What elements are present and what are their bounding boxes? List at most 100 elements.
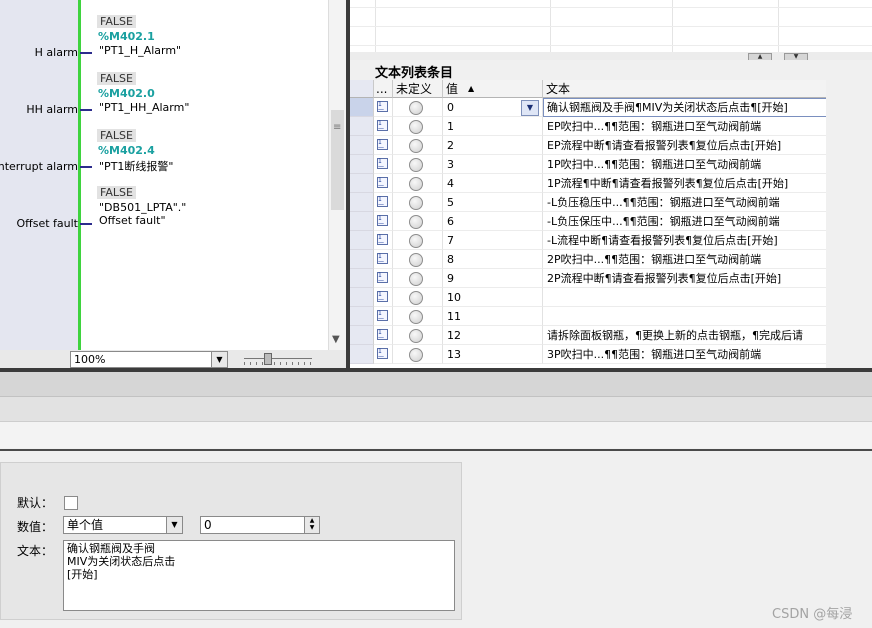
- text-cell[interactable]: 确认钢瓶阀及手阀¶MIV为关闭状态后点击¶[开始]: [543, 98, 826, 117]
- undefined-radio[interactable]: [409, 291, 423, 305]
- chevron-down-icon[interactable]: ▼: [166, 517, 182, 533]
- value-cell[interactable]: 7: [443, 231, 543, 250]
- row-selector[interactable]: [350, 231, 374, 250]
- row-selector[interactable]: [350, 155, 374, 174]
- undefined-cell[interactable]: [393, 136, 443, 155]
- table-row[interactable]: 1— 6 -L负压保压中...¶¶范围：钢瓶进口至气动阀前端: [350, 212, 826, 231]
- undefined-cell[interactable]: [393, 98, 443, 117]
- text-cell[interactable]: -L负压稳压中...¶¶范围：钢瓶进口至气动阀前端: [543, 193, 826, 212]
- undefined-cell[interactable]: [393, 326, 443, 345]
- row-selector[interactable]: [350, 136, 374, 155]
- value-cell[interactable]: 2: [443, 136, 543, 155]
- table-row[interactable]: 1— 2 EP流程中断¶请查看报警列表¶复位后点击[开始]: [350, 136, 826, 155]
- table-row[interactable]: 1— 9 2P流程中断¶请查看报警列表¶复位后点击[开始]: [350, 269, 826, 288]
- row-selector[interactable]: [350, 269, 374, 288]
- row-selector[interactable]: [350, 117, 374, 136]
- table-row[interactable]: 1— 13 3P吹扫中...¶¶范围：钢瓶进口至气动阀前端: [350, 345, 826, 364]
- value-mode-select[interactable]: 单个值 ▼: [63, 516, 183, 534]
- undefined-cell[interactable]: [393, 155, 443, 174]
- text-cell[interactable]: -L流程中断¶请查看报警列表¶复位后点击[开始]: [543, 231, 826, 250]
- value-cell[interactable]: 10: [443, 288, 543, 307]
- chevron-down-icon[interactable]: ▼: [521, 100, 539, 116]
- undefined-radio[interactable]: [409, 234, 423, 248]
- row-selector[interactable]: [350, 98, 374, 117]
- value-cell[interactable]: 12: [443, 326, 543, 345]
- undefined-radio[interactable]: [409, 158, 423, 172]
- scroll-down-icon[interactable]: ▼: [332, 334, 340, 345]
- text-cell[interactable]: 1P流程¶中断¶请查看报警列表¶复位后点击[开始]: [543, 174, 826, 193]
- value-cell[interactable]: 3: [443, 155, 543, 174]
- col-text[interactable]: 文本: [543, 80, 826, 98]
- text-cell[interactable]: [543, 307, 826, 326]
- row-selector[interactable]: [350, 307, 374, 326]
- slider-knob[interactable]: [264, 353, 272, 365]
- text-cell[interactable]: 2P吹扫中...¶¶范围：钢瓶进口至气动阀前端: [543, 250, 826, 269]
- row-selector[interactable]: [350, 193, 374, 212]
- text-cell[interactable]: 2P流程中断¶请查看报警列表¶复位后点击[开始]: [543, 269, 826, 288]
- table-row[interactable]: 1— 8 2P吹扫中...¶¶范围：钢瓶进口至气动阀前端: [350, 250, 826, 269]
- row-selector[interactable]: [350, 212, 374, 231]
- zoom-slider[interactable]: [244, 352, 312, 366]
- undefined-radio[interactable]: [409, 215, 423, 229]
- table-row[interactable]: 1— 12 请拆除面板钢瓶，¶更换上新的点击钢瓶，¶完成后请: [350, 326, 826, 345]
- text-editor[interactable]: 确认钢瓶阀及手阀 MIV为关闭状态后点击 [开始]: [63, 540, 455, 611]
- ladder-vertical-scrollbar[interactable]: ≡ ▼: [328, 0, 346, 350]
- undefined-cell[interactable]: [393, 345, 443, 364]
- undefined-radio[interactable]: [409, 196, 423, 210]
- col-dots[interactable]: ...: [374, 80, 393, 98]
- default-checkbox[interactable]: [64, 496, 78, 510]
- undefined-radio[interactable]: [409, 177, 423, 191]
- text-cell[interactable]: -L负压保压中...¶¶范围：钢瓶进口至气动阀前端: [543, 212, 826, 231]
- text-cell[interactable]: [543, 288, 826, 307]
- col-undefined[interactable]: 未定义: [393, 80, 443, 98]
- row-selector[interactable]: [350, 326, 374, 345]
- text-cell[interactable]: 请拆除面板钢瓶，¶更换上新的点击钢瓶，¶完成后请: [543, 326, 826, 345]
- undefined-radio[interactable]: [409, 253, 423, 267]
- text-cell[interactable]: 3P吹扫中...¶¶范围：钢瓶进口至气动阀前端: [543, 345, 826, 364]
- undefined-radio[interactable]: [409, 101, 423, 115]
- value-cell[interactable]: 8: [443, 250, 543, 269]
- table-row[interactable]: 1— 1 EP吹扫中...¶¶范围：钢瓶进口至气动阀前端: [350, 117, 826, 136]
- undefined-radio[interactable]: [409, 329, 423, 343]
- undefined-radio[interactable]: [409, 310, 423, 324]
- value-cell[interactable]: 6: [443, 212, 543, 231]
- col-value[interactable]: 值 ▲: [443, 80, 543, 98]
- undefined-cell[interactable]: [393, 307, 443, 326]
- undefined-radio[interactable]: [409, 348, 423, 362]
- value-cell[interactable]: 4: [443, 174, 543, 193]
- table-row[interactable]: 1— 7 -L流程中断¶请查看报警列表¶复位后点击[开始]: [350, 231, 826, 250]
- row-selector[interactable]: [350, 174, 374, 193]
- text-cell[interactable]: EP吹扫中...¶¶范围：钢瓶进口至气动阀前端: [543, 117, 826, 136]
- table-row[interactable]: 1— 11: [350, 307, 826, 326]
- value-cell[interactable]: 0 ▼: [443, 98, 543, 117]
- table-row[interactable]: 1— 3 1P吹扫中...¶¶范围：钢瓶进口至气动阀前端: [350, 155, 826, 174]
- pin-tag[interactable]: "PT1_HH_Alarm": [99, 101, 189, 114]
- row-selector[interactable]: [350, 288, 374, 307]
- undefined-cell[interactable]: [393, 269, 443, 288]
- text-cell[interactable]: EP流程中断¶请查看报警列表¶复位后点击[开始]: [543, 136, 826, 155]
- row-selector[interactable]: [350, 250, 374, 269]
- stepper-arrows-icon[interactable]: ▲ ▼: [304, 517, 319, 533]
- undefined-cell[interactable]: [393, 117, 443, 136]
- row-selector[interactable]: [350, 345, 374, 364]
- table-row[interactable]: 1— 5 -L负压稳压中...¶¶范围：钢瓶进口至气动阀前端: [350, 193, 826, 212]
- undefined-cell[interactable]: [393, 231, 443, 250]
- value-cell[interactable]: 9: [443, 269, 543, 288]
- undefined-radio[interactable]: [409, 272, 423, 286]
- undefined-cell[interactable]: [393, 174, 443, 193]
- table-row[interactable]: 1— 10: [350, 288, 826, 307]
- undefined-cell[interactable]: [393, 250, 443, 269]
- zoom-select[interactable]: 100% ▼: [70, 351, 228, 368]
- value-input-text[interactable]: 0: [204, 517, 212, 533]
- table-row[interactable]: 1— 4 1P流程¶中断¶请查看报警列表¶复位后点击[开始]: [350, 174, 826, 193]
- value-stepper[interactable]: 0 ▲ ▼: [200, 516, 320, 534]
- value-cell[interactable]: 11: [443, 307, 543, 326]
- sort-ascending-icon[interactable]: ▲: [468, 80, 474, 98]
- pin-tag[interactable]: "DB501_LPTA".": [99, 201, 186, 214]
- pin-tag[interactable]: "PT1_H_Alarm": [99, 44, 181, 57]
- undefined-cell[interactable]: [393, 212, 443, 231]
- value-cell[interactable]: 1: [443, 117, 543, 136]
- undefined-cell[interactable]: [393, 288, 443, 307]
- pin-tag[interactable]: "PT1断线报警": [99, 158, 173, 174]
- chevron-down-icon[interactable]: ▼: [211, 352, 227, 367]
